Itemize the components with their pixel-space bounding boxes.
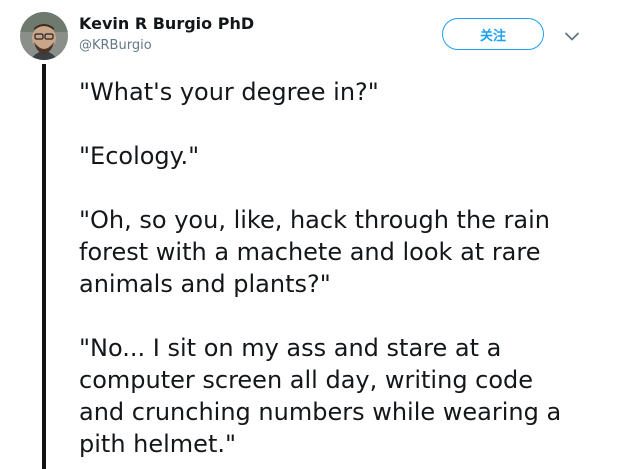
avatar[interactable]	[20, 12, 68, 60]
thread-line	[42, 64, 46, 469]
chevron-down-icon	[565, 32, 579, 40]
author-handle[interactable]: @KRBurgio	[79, 38, 152, 53]
tweet-paragraph: "Ecology."	[79, 142, 200, 170]
follow-button[interactable]: 关注	[442, 18, 544, 50]
author-display-name[interactable]: Kevin R Burgio PhD	[79, 14, 254, 33]
follow-button-label: 关注	[479, 28, 506, 44]
tweet-paragraph: "Oh, so you, like, hack through the rain…	[79, 206, 551, 298]
tweet-text: "What's your degree in?" "Ecology." "Oh,…	[79, 76, 609, 460]
tweet-paragraph: "What's your degree in?"	[79, 78, 379, 106]
avatar-image	[20, 12, 68, 60]
tweet-paragraph: "No... I sit on my ass and stare at a co…	[79, 334, 562, 458]
more-options-button[interactable]	[562, 28, 582, 44]
